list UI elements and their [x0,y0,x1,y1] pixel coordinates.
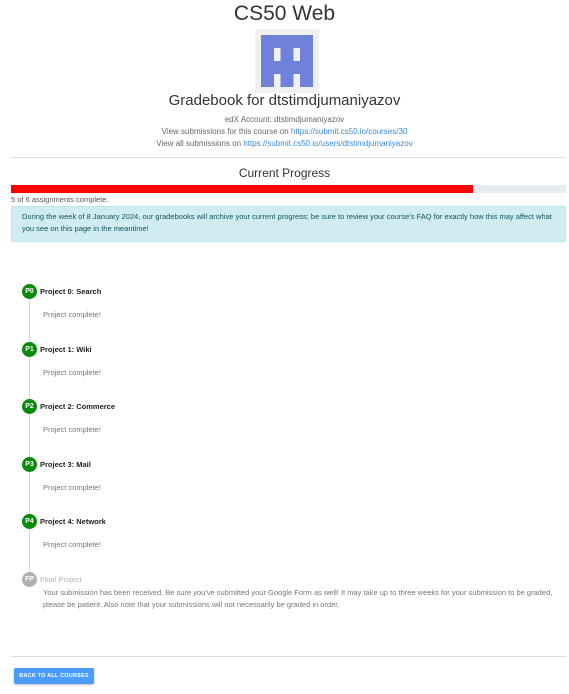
project-timeline: P0 Project 0: Search Project complete! P1 Pr… [0,0,569,694]
project-badge-p2: P2 [22,399,37,414]
project-title-p0: Project 0: Search [40,287,102,296]
project-title-fp: Final Project [40,574,82,584]
project-status-p4: Project complete! [43,540,101,549]
project-status-p3: Project complete! [43,482,101,492]
project-badge-p1: P1 [22,341,37,357]
project-badge-p4: P4 [22,514,37,529]
project-status-p1: Project complete! [43,367,101,377]
project-badge-p0: P0 [22,284,37,299]
project-badge-p3: P3 [22,456,37,472]
footer-divider [11,656,566,657]
project-status-p2: Project complete! [43,425,101,434]
project-title-p4: Project 4: Network [40,517,106,526]
project-badge-fp: FP [22,571,37,587]
project-title-p2: Project 2: Commerce [40,402,116,411]
project-title-p1: Project 1: Wiki [40,344,92,354]
project-status-p0: Project complete! [43,310,101,319]
gradebook-page: CS50 Web Gradebook for dtstimdjumaniyazo… [0,0,569,694]
project-title-p3: Project 3: Mail [40,459,91,469]
back-to-all-courses-button[interactable]: BACK TO ALL COURSES [14,668,94,684]
project-status-fp: Your submission has been received. Be su… [43,587,553,609]
